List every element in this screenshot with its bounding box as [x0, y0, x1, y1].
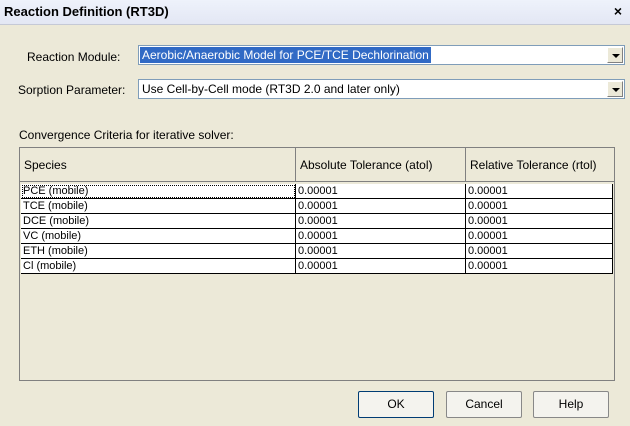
atol-cell[interactable]: 0.00001 — [296, 229, 466, 244]
close-icon[interactable]: × — [609, 2, 627, 20]
species-cell[interactable]: ETH (mobile) — [21, 244, 296, 259]
cancel-button[interactable]: Cancel — [446, 391, 522, 418]
species-cell[interactable]: DCE (mobile) — [21, 214, 296, 229]
convergence-criteria-label: Convergence Criteria for iterative solve… — [19, 128, 234, 142]
rtol-cell[interactable]: 0.00001 — [466, 199, 613, 214]
species-cell[interactable]: VC (mobile) — [21, 229, 296, 244]
reaction-module-select[interactable]: Aerobic/Anaerobic Model for PCE/TCE Dech… — [138, 45, 625, 65]
chevron-down-icon[interactable] — [607, 47, 623, 63]
atol-cell[interactable]: 0.00001 — [296, 214, 466, 229]
reaction-module-label: Reaction Module: — [27, 50, 121, 64]
column-header-rtol[interactable]: Relative Tolerance (rtol) — [466, 148, 614, 182]
column-header-species[interactable]: Species — [20, 148, 296, 182]
convergence-table[interactable]: Species Absolute Tolerance (atol) Relati… — [19, 147, 615, 381]
help-button[interactable]: Help — [533, 391, 609, 418]
title-bar[interactable]: Reaction Definition (RT3D) × — [0, 0, 630, 25]
ok-button[interactable]: OK — [358, 391, 434, 418]
species-cell[interactable]: PCE (mobile) — [21, 184, 296, 199]
rtol-cell[interactable]: 0.00001 — [466, 214, 613, 229]
atol-cell[interactable]: 0.00001 — [296, 184, 466, 199]
sorption-parameter-label: Sorption Parameter: — [18, 83, 126, 97]
window-title: Reaction Definition (RT3D) — [4, 4, 169, 19]
rtol-cell[interactable]: 0.00001 — [466, 184, 613, 199]
atol-cell[interactable]: 0.00001 — [296, 199, 466, 214]
sorption-parameter-select[interactable]: Use Cell-by-Cell mode (RT3D 2.0 and late… — [138, 79, 625, 99]
rtol-cell[interactable]: 0.00001 — [466, 259, 613, 274]
reaction-module-value: Aerobic/Anaerobic Model for PCE/TCE Dech… — [140, 47, 431, 63]
species-cell[interactable]: TCE (mobile) — [21, 199, 296, 214]
reaction-definition-dialog: Reaction Definition (RT3D) × Reaction Mo… — [0, 0, 630, 426]
sorption-parameter-value: Use Cell-by-Cell mode (RT3D 2.0 and late… — [142, 82, 400, 96]
species-cell[interactable]: Cl (mobile) — [21, 259, 296, 274]
rtol-cell[interactable]: 0.00001 — [466, 244, 613, 259]
atol-cell[interactable]: 0.00001 — [296, 244, 466, 259]
rtol-cell[interactable]: 0.00001 — [466, 229, 613, 244]
column-header-atol[interactable]: Absolute Tolerance (atol) — [296, 148, 466, 182]
chevron-down-icon[interactable] — [607, 81, 623, 97]
atol-cell[interactable]: 0.00001 — [296, 259, 466, 274]
